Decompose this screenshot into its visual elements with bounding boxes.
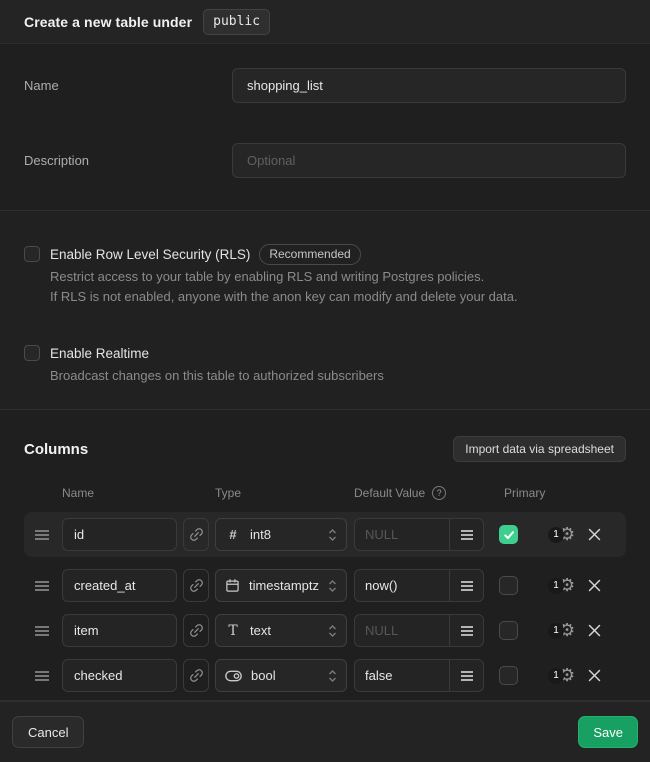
column-type-value: timestamptz (249, 578, 319, 593)
name-field-row: Name (24, 68, 626, 103)
column-row: T text 1 ⚙ (24, 614, 626, 647)
column-settings-button[interactable]: 1 ⚙ (548, 526, 575, 544)
header-type: Type (215, 486, 354, 500)
table-name-input[interactable] (232, 68, 626, 103)
drag-handle-icon[interactable] (34, 579, 50, 593)
schema-badge: public (203, 9, 270, 35)
table-info-section: Name Description (0, 44, 650, 210)
default-value-field (354, 659, 484, 692)
realtime-text-block: Enable Realtime Broadcast changes on thi… (50, 343, 384, 386)
dialog-footer: Cancel Save (0, 701, 650, 762)
toggle-icon (225, 670, 242, 682)
recommended-badge: Recommended (259, 244, 360, 265)
realtime-toggle-row: Enable Realtime Broadcast changes on thi… (24, 343, 626, 386)
dialog-header: Create a new table under public (0, 0, 650, 44)
description-field-row: Description (24, 143, 626, 178)
settings-count-badge: 1 (548, 527, 564, 543)
drag-handle-icon[interactable] (34, 624, 50, 638)
rls-toggle-row: Enable Row Level Security (RLS) Recommen… (24, 244, 626, 307)
columns-grid-headers: Name Type Default Value ? Primary (24, 486, 626, 500)
columns-title: Columns (24, 441, 88, 458)
dialog-title: Create a new table under (24, 14, 192, 30)
realtime-label: Enable Realtime (50, 346, 149, 361)
header-name: Name (62, 486, 215, 500)
chevron-up-down-icon (328, 579, 337, 593)
realtime-description: Broadcast changes on this table to autho… (50, 366, 384, 386)
rls-text-block: Enable Row Level Security (RLS) Recommen… (50, 244, 518, 307)
chevron-up-down-icon (328, 528, 337, 542)
default-value-field (354, 569, 484, 602)
column-name-input[interactable] (62, 518, 177, 551)
foreign-key-link-icon[interactable] (183, 569, 209, 602)
header-primary: Primary (504, 486, 545, 500)
delete-column-icon[interactable] (588, 624, 601, 637)
table-description-input[interactable] (232, 143, 626, 178)
column-type-value: int8 (250, 527, 319, 542)
options-section: Enable Row Level Security (RLS) Recommen… (0, 211, 650, 409)
check-icon (503, 529, 515, 541)
settings-count-badge: 1 (548, 578, 564, 594)
column-row: timestamptz 1 ⚙ (24, 569, 626, 602)
primary-key-checkbox[interactable] (499, 621, 518, 640)
text-icon: T (225, 623, 241, 639)
delete-column-icon[interactable] (588, 528, 601, 541)
primary-key-checkbox[interactable] (499, 666, 518, 685)
drag-handle-icon[interactable] (34, 528, 50, 542)
foreign-key-link-icon[interactable] (183, 659, 209, 692)
import-spreadsheet-button[interactable]: Import data via spreadsheet (453, 436, 626, 462)
column-settings-button[interactable]: 1 ⚙ (548, 667, 575, 685)
rls-label: Enable Row Level Security (RLS) (50, 247, 250, 262)
calendar-icon (225, 578, 240, 593)
delete-column-icon[interactable] (588, 669, 601, 682)
column-type-select[interactable]: # int8 (215, 518, 347, 551)
column-name-input[interactable] (62, 614, 177, 647)
column-name-input[interactable] (62, 659, 177, 692)
suggestions-menu-icon[interactable] (449, 519, 483, 550)
description-label: Description (24, 143, 232, 168)
suggestions-menu-icon[interactable] (449, 615, 483, 646)
settings-count-badge: 1 (548, 623, 564, 639)
cancel-button[interactable]: Cancel (12, 716, 84, 748)
name-label: Name (24, 68, 232, 93)
drag-handle-icon[interactable] (34, 669, 50, 683)
hash-icon: # (225, 527, 241, 542)
default-value-field (354, 518, 484, 551)
default-value-input[interactable] (355, 615, 449, 646)
chevron-up-down-icon (328, 624, 337, 638)
column-type-select[interactable]: timestamptz (215, 569, 347, 602)
column-name-input[interactable] (62, 569, 177, 602)
column-settings-button[interactable]: 1 ⚙ (548, 577, 575, 595)
column-row: bool 1 ⚙ (24, 659, 626, 692)
rls-checkbox[interactable] (24, 246, 40, 262)
realtime-checkbox[interactable] (24, 345, 40, 361)
default-value-input[interactable] (355, 570, 449, 601)
foreign-key-link-icon[interactable] (183, 518, 209, 551)
default-value-input[interactable] (355, 519, 449, 550)
help-icon[interactable]: ? (432, 486, 446, 500)
column-settings-button[interactable]: 1 ⚙ (548, 622, 575, 640)
chevron-up-down-icon (328, 669, 337, 683)
columns-section: Columns Import data via spreadsheet Name… (0, 410, 650, 700)
column-type-select[interactable]: bool (215, 659, 347, 692)
column-row: # int8 1 ⚙ (24, 512, 626, 557)
save-button[interactable]: Save (578, 716, 638, 748)
column-type-value: bool (251, 668, 319, 683)
default-value-field (354, 614, 484, 647)
suggestions-menu-icon[interactable] (449, 570, 483, 601)
column-type-value: text (250, 623, 319, 638)
settings-count-badge: 1 (548, 668, 564, 684)
header-default-value: Default Value (354, 486, 425, 500)
default-value-input[interactable] (355, 660, 449, 691)
column-rows-list: # int8 1 ⚙ (24, 512, 626, 692)
foreign-key-link-icon[interactable] (183, 614, 209, 647)
delete-column-icon[interactable] (588, 579, 601, 592)
column-type-select[interactable]: T text (215, 614, 347, 647)
rls-description: Restrict access to your table by enablin… (50, 267, 518, 307)
primary-key-checkbox[interactable] (499, 576, 518, 595)
primary-key-checkbox[interactable] (499, 525, 518, 544)
suggestions-menu-icon[interactable] (449, 660, 483, 691)
